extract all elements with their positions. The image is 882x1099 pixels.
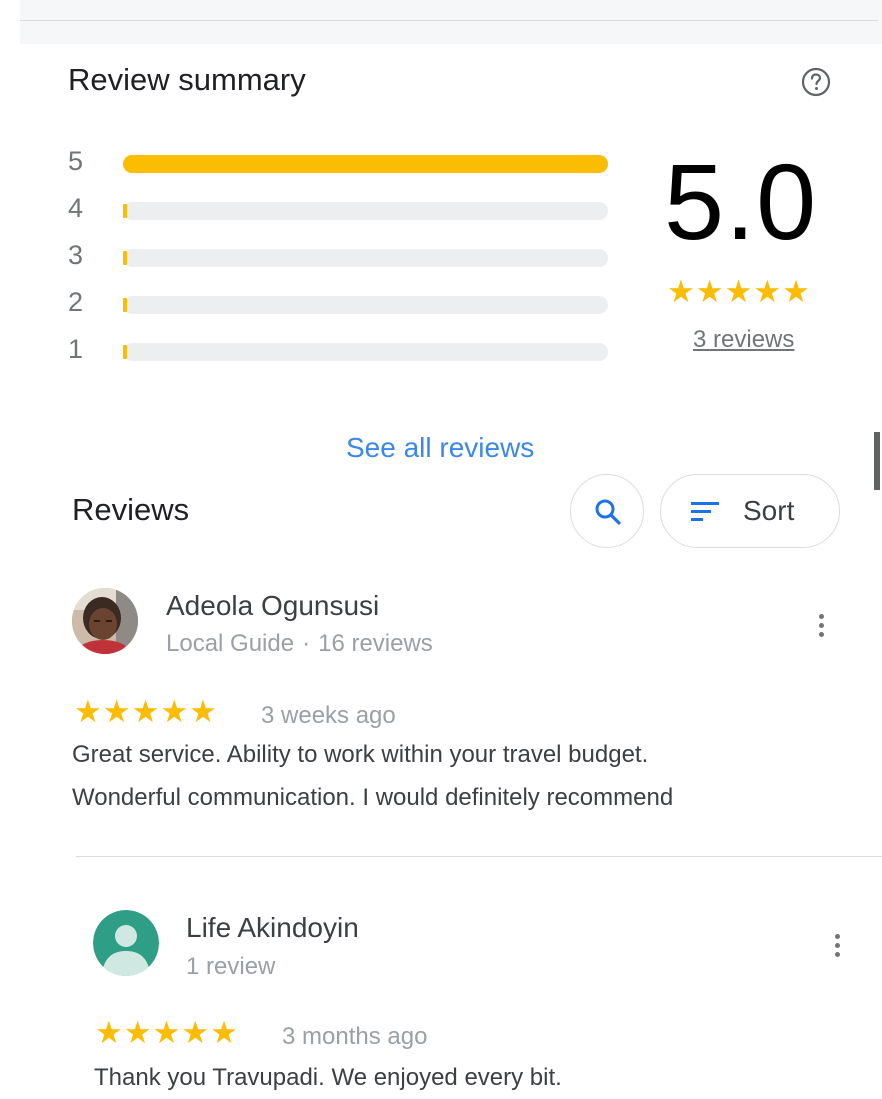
review-summary-title: Review summary (68, 62, 306, 97)
photo-avatar (72, 588, 138, 654)
default-person-avatar (93, 910, 159, 976)
review-text-line: Wonderful communication. I would definit… (72, 784, 674, 811)
average-score: 5.0 (664, 141, 818, 262)
rating-bar-fill (123, 298, 127, 312)
rating-label: 1 (68, 334, 84, 364)
rating-row-4: 4 (68, 187, 628, 227)
rating-bar-fill (123, 345, 127, 359)
rating-row-1: 1 (68, 328, 628, 368)
reviewer-name[interactable]: Life Akindoyin (186, 912, 359, 944)
rating-row-2: 2 (68, 281, 628, 321)
top-strip (20, 0, 882, 44)
rating-label: 4 (68, 193, 84, 223)
top-divider (20, 20, 878, 21)
rating-row-3: 3 (68, 234, 628, 274)
review-text-line: Great service. Ability to work within yo… (72, 741, 649, 768)
meta-separator: · (302, 630, 311, 657)
help-icon[interactable] (800, 66, 832, 98)
review-divider (76, 856, 882, 857)
rating-bar-track (123, 343, 608, 361)
more-options-icon[interactable] (816, 612, 826, 644)
rating-bar-track (123, 296, 608, 314)
review-stars: ★★★★★ (74, 694, 218, 729)
review-stars: ★★★★★ (95, 1015, 239, 1050)
reviews-heading: Reviews (72, 492, 190, 527)
more-options-icon[interactable] (832, 932, 842, 964)
search-reviews-button[interactable] (570, 474, 644, 548)
reviewer-review-count: 16 reviews (318, 630, 433, 657)
rating-bar-fill (123, 155, 608, 173)
rating-label: 5 (68, 146, 84, 176)
reviewer-avatar[interactable] (72, 588, 138, 654)
reviewer-review-count: 1 review (186, 953, 276, 980)
review-count-link[interactable]: 3 reviews (693, 326, 794, 354)
rating-bar-track (123, 202, 608, 220)
rating-bar-track (123, 249, 608, 267)
average-stars: ★★★★★ (667, 274, 811, 309)
reviewer-meta: Local Guide · 16 reviews (166, 630, 433, 658)
see-all-reviews-link[interactable]: See all reviews (346, 432, 534, 464)
reviewer-name[interactable]: Adeola Ogunsusi (166, 590, 379, 622)
rating-row-5: 5 (68, 140, 628, 180)
review-time: 3 weeks ago (261, 702, 396, 729)
sort-label: Sort (743, 495, 795, 526)
rating-bar-fill (123, 251, 127, 265)
rating-label: 3 (68, 240, 84, 270)
reviewer-avatar[interactable] (93, 910, 159, 976)
rating-label: 2 (68, 287, 84, 317)
sort-button[interactable]: Sort (660, 474, 840, 548)
rating-bar-fill (123, 204, 127, 218)
review-text-line: Thank you Travupadi. We enjoyed every bi… (94, 1064, 562, 1091)
sort-icon (691, 502, 719, 521)
reviewer-badge: Local Guide (166, 630, 295, 657)
scrollbar-thumb[interactable] (874, 432, 880, 490)
rating-bar-track (123, 155, 608, 173)
review-time: 3 months ago (282, 1023, 428, 1050)
search-icon (595, 499, 621, 525)
